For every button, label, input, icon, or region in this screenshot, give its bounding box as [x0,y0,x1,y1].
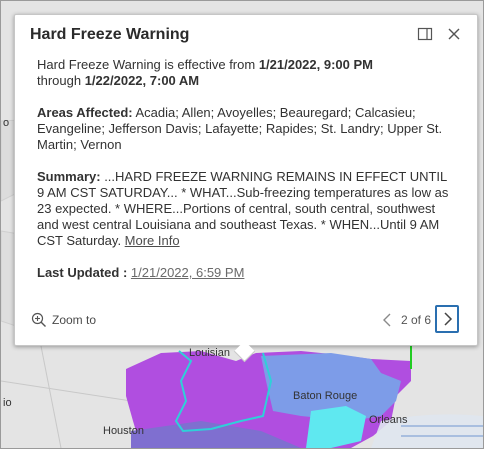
close-button[interactable] [444,24,464,44]
popup-content: Hard Freeze Warning is effective from 1/… [37,57,457,281]
previous-feature-button[interactable] [377,307,397,333]
next-feature-button[interactable] [435,305,459,333]
zoom-in-icon [31,312,46,327]
zoom-to-label: Zoom to [52,313,97,327]
last-updated-label: Last Updated : [37,265,128,280]
cyan-area[interactable] [306,406,366,448]
feature-pager: 2 of 6 [377,305,463,335]
areas-label: Areas Affected: [37,105,133,120]
pager-count: 2 of 6 [401,313,432,327]
alert-popup: Hard Freeze Warning Hard Freeze Warning … [14,14,478,363]
map-label-louisiana: Louisian [189,347,230,359]
effective-end: 1/22/2022, 7:00 AM [84,73,200,88]
map-label-left-b: io [3,397,12,409]
more-info-link[interactable]: More Info [125,233,180,248]
effective-paragraph: Hard Freeze Warning is effective from 1/… [37,57,457,89]
effective-through: through [37,73,85,88]
dock-icon [417,27,433,41]
last-updated-paragraph: Last Updated : 1/21/2022, 6:59 PM [37,265,457,281]
summary-paragraph: Summary: ...HARD FREEZE WARNING REMAINS … [37,169,457,249]
chevron-left-icon [383,313,391,327]
effective-start: 1/21/2022, 9:00 PM [258,57,374,72]
map-label-houston: Houston [103,425,144,437]
chevron-right-icon [444,312,453,326]
close-icon [448,28,460,40]
app-frame: Louisian Baton Rouge Orleans Houston o i… [0,0,484,449]
map-label-orleans: Orleans [369,414,408,426]
last-updated-link[interactable]: 1/21/2022, 6:59 PM [131,265,244,280]
dock-button[interactable] [415,24,435,44]
effective-prefix: Hard Freeze Warning is effective from [37,57,259,72]
map-label-baton-rouge: Baton Rouge [293,390,358,402]
summary-label: Summary: [37,169,101,184]
map-label-left-a: o [3,117,10,129]
areas-paragraph: Areas Affected: Acadia; Allen; Avoyelles… [37,105,457,153]
zoom-to-button[interactable]: Zoom to [31,311,96,329]
popup-title: Hard Freeze Warning [30,26,190,43]
